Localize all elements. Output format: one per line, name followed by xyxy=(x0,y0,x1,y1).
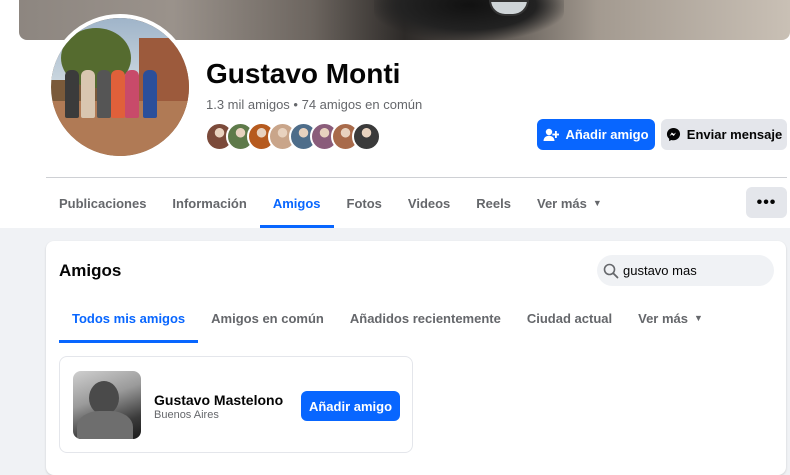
tab-ver-mas[interactable]: Ver más ▼ xyxy=(524,178,615,228)
subtab-ciudad-actual[interactable]: Ciudad actual xyxy=(514,293,625,343)
send-message-label: Enviar mensaje xyxy=(686,127,783,142)
tab-fotos[interactable]: Fotos xyxy=(334,178,395,228)
friends-section-title: Amigos xyxy=(59,261,122,280)
subtab-todos-mis-amigos[interactable]: Todos mis amigos xyxy=(59,293,199,343)
ellipsis-icon: ••• xyxy=(756,193,777,211)
mutual-friends-avatars[interactable] xyxy=(205,122,381,151)
friend-result-card: Gustavo Mastelono Buenos Aires Añadir am… xyxy=(59,356,413,453)
cover-motorcycle xyxy=(374,0,564,40)
tab-videos[interactable]: Videos xyxy=(395,178,463,228)
search-icon xyxy=(603,263,619,279)
send-message-button[interactable]: Enviar mensaje xyxy=(661,119,787,150)
friend-add-button[interactable]: Añadir amigo xyxy=(301,391,400,421)
subtab-ver-mas[interactable]: Ver más ▼ xyxy=(625,293,716,343)
friend-photo[interactable] xyxy=(73,371,141,439)
caret-down-icon: ▼ xyxy=(592,198,602,208)
add-friend-button[interactable]: Añadir amigo xyxy=(537,119,655,150)
friends-search[interactable] xyxy=(597,255,774,286)
tab-amigos[interactable]: Amigos xyxy=(259,178,334,228)
profile-tabs: Publicaciones Información Amigos Fotos V… xyxy=(46,178,615,228)
friend-name[interactable]: Gustavo Mastelono xyxy=(154,392,283,408)
messenger-icon xyxy=(666,127,681,142)
tab-publicaciones[interactable]: Publicaciones xyxy=(46,178,159,228)
mutual-avatar[interactable] xyxy=(352,122,381,151)
profile-name: Gustavo Monti xyxy=(206,58,401,89)
subtab-amigos-en-comun[interactable]: Amigos en común xyxy=(198,293,337,343)
add-friend-label: Añadir amigo xyxy=(565,127,649,142)
friend-location: Buenos Aires xyxy=(154,409,219,421)
subtab-anadidos-recientemente[interactable]: Añadidos recientemente xyxy=(337,293,514,343)
friends-card: Amigos Todos mis amigos Amigos en común … xyxy=(46,241,786,475)
add-person-icon xyxy=(543,128,560,142)
search-input[interactable] xyxy=(623,263,763,278)
profile-avatar[interactable] xyxy=(47,14,193,160)
caret-down-icon: ▼ xyxy=(693,313,703,323)
friends-count[interactable]: 1.3 mil amigos • 74 amigos en común xyxy=(206,97,422,112)
tab-informacion[interactable]: Información xyxy=(159,178,259,228)
friends-subtabs: Todos mis amigos Amigos en común Añadido… xyxy=(59,293,716,343)
tab-reels[interactable]: Reels xyxy=(463,178,524,228)
more-options-button[interactable]: ••• xyxy=(746,187,787,218)
